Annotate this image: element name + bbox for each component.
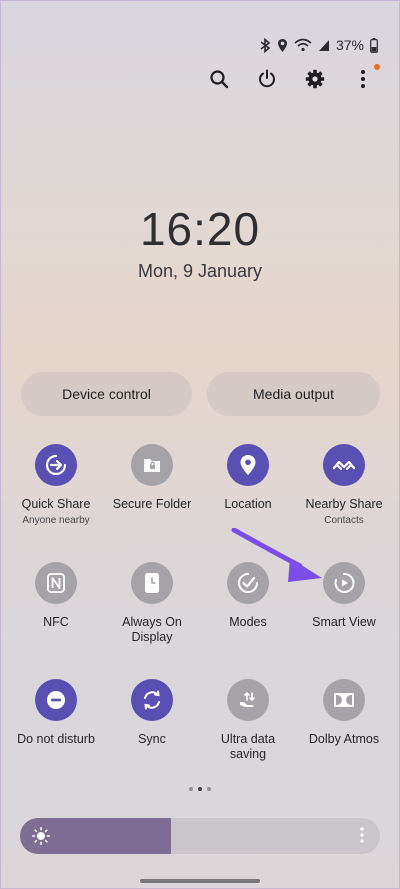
tile-label: Dolby Atmos (308, 732, 380, 746)
tile-label: Modes (229, 615, 267, 629)
tile-nfc[interactable]: NFC (10, 562, 102, 630)
wifi-icon (294, 38, 312, 52)
location-status-icon (277, 38, 288, 53)
tile-quick-share[interactable]: Quick Share Anyone nearby (10, 444, 102, 527)
tile-sync[interactable]: Sync (106, 679, 198, 747)
nearby-share-icon (323, 444, 365, 486)
page-dot (207, 787, 211, 791)
tile-label: Do not disturb (17, 732, 95, 746)
tile-dolby-atmos[interactable]: Dolby Atmos (298, 679, 390, 747)
secure-folder-icon (131, 444, 173, 486)
page-dot (189, 787, 193, 791)
tile-ultra-data-saving[interactable]: Ultra data saving (202, 679, 294, 762)
tile-sublabel: Anyone nearby (22, 515, 90, 526)
page-dot-active (198, 787, 202, 791)
search-button[interactable] (206, 66, 232, 92)
battery-icon (370, 37, 378, 53)
dolby-atmos-icon (323, 679, 365, 721)
tile-do-not-disturb[interactable]: Do not disturb (10, 679, 102, 747)
tile-label: Ultra data saving (220, 732, 276, 761)
more-options-button[interactable] (350, 64, 380, 92)
power-button[interactable] (254, 66, 280, 92)
tile-always-on-display[interactable]: Always On Display (106, 562, 198, 645)
media-output-button[interactable]: Media output (207, 372, 380, 416)
tile-nearby-share[interactable]: Nearby Share Contacts (298, 444, 390, 527)
clock-time[interactable]: 16:20 (0, 202, 400, 256)
sync-icon (131, 679, 173, 721)
gear-icon (305, 69, 325, 89)
quick-panel-actions (206, 64, 380, 92)
do-not-disturb-icon (35, 679, 77, 721)
power-icon (259, 69, 275, 88)
tile-label: NFC (43, 615, 69, 629)
tile-label: Nearby Share (305, 497, 383, 511)
nfc-icon (35, 562, 77, 604)
status-bar: 37% (260, 36, 378, 54)
tile-label: Sync (138, 732, 166, 746)
navigation-handle[interactable] (140, 879, 260, 883)
signal-icon (318, 39, 330, 52)
notification-badge (374, 64, 380, 70)
brightness-slider[interactable] (20, 818, 380, 854)
tile-label: Location (224, 497, 272, 511)
page-indicator[interactable] (0, 787, 400, 791)
clock-date[interactable]: Mon, 9 January (0, 261, 400, 282)
battery-percentage: 37% (335, 37, 364, 53)
always-on-display-icon (131, 562, 173, 604)
tile-secure-folder[interactable]: Secure Folder (106, 444, 198, 512)
tile-label: Secure Folder (112, 497, 192, 511)
location-pin-icon (227, 444, 269, 486)
more-vertical-icon (361, 70, 365, 88)
tile-label: Smart View (312, 615, 376, 629)
bluetooth-icon (260, 37, 271, 53)
ultra-data-saving-icon (227, 679, 269, 721)
quick-share-icon (35, 444, 77, 486)
brightness-more-icon[interactable] (360, 827, 364, 848)
pointer-arrow-icon (231, 528, 322, 582)
settings-button[interactable] (302, 66, 328, 92)
tile-sublabel: Contacts (324, 515, 364, 526)
tile-location[interactable]: Location (202, 444, 294, 512)
sun-icon (32, 827, 51, 850)
device-control-button[interactable]: Device control (21, 372, 192, 416)
tile-label: Quick Share (21, 497, 91, 511)
tile-label: Always On Display (122, 615, 182, 644)
search-icon (210, 70, 229, 89)
